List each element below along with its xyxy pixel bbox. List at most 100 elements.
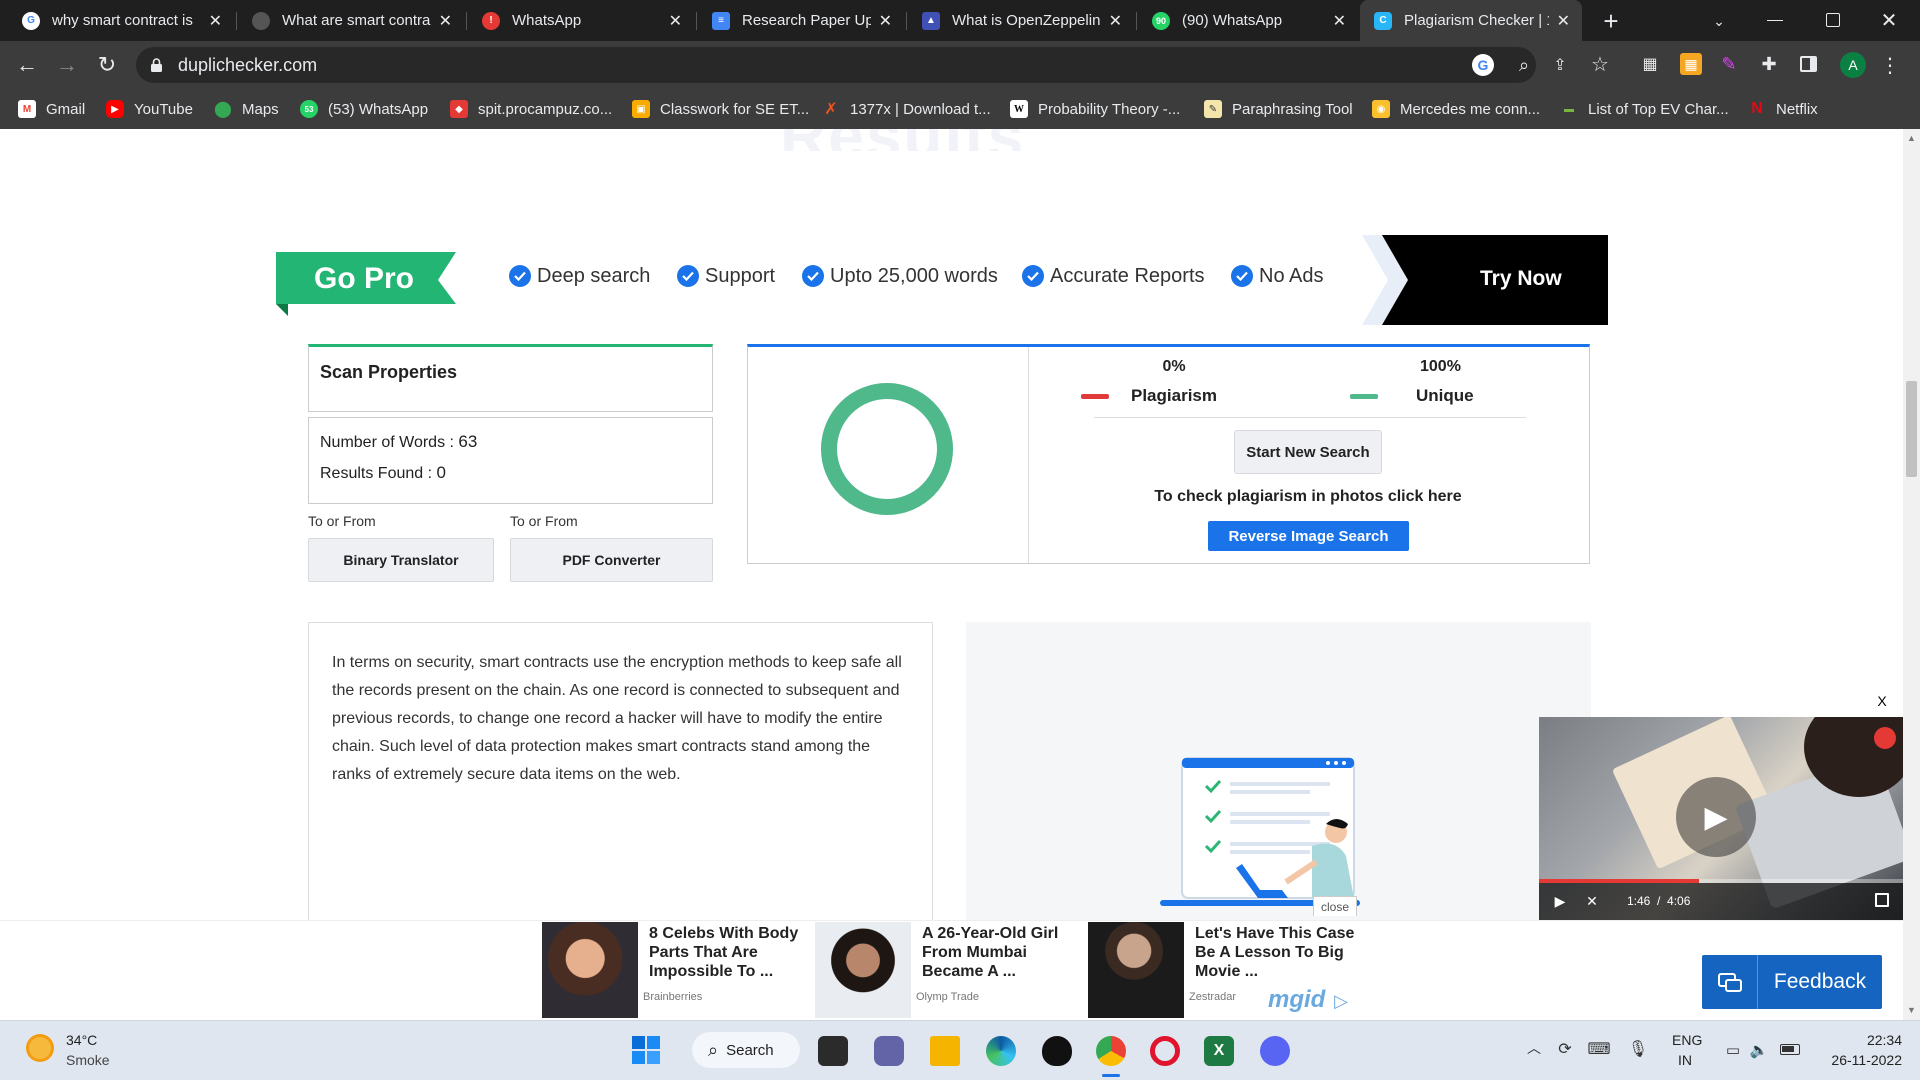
close-icon[interactable]: ✕ xyxy=(1557,11,1570,31)
fullscreen-icon[interactable] xyxy=(1875,893,1889,907)
discord-icon[interactable] xyxy=(1260,1036,1290,1066)
reverse-image-search-button[interactable]: Reverse Image Search xyxy=(1208,521,1409,551)
sync-icon[interactable]: ⟳ xyxy=(1554,1038,1576,1060)
whatsapp-icon: 90 xyxy=(1152,11,1170,30)
binary-translator-button[interactable]: Binary Translator xyxy=(308,538,494,582)
tab-2[interactable]: What are smart contra ✕ xyxy=(238,0,464,41)
side-panel-icon[interactable] xyxy=(1800,56,1817,72)
close-icon[interactable]: ✕ xyxy=(209,11,222,31)
profile-avatar[interactable]: A xyxy=(1840,52,1866,78)
tab-6[interactable]: 90 (90) WhatsApp ✕ xyxy=(1138,0,1358,41)
bookmark-maps[interactable]: ⬤ Maps xyxy=(214,98,279,120)
minimize-icon[interactable] xyxy=(1767,20,1783,21)
forward-icon[interactable]: → xyxy=(54,52,80,78)
file-explorer-icon[interactable] xyxy=(930,1036,960,1066)
close-icon[interactable]: ✕ xyxy=(879,11,892,31)
bookmark-netflix[interactable]: N Netflix xyxy=(1748,98,1817,120)
start-new-search-button[interactable]: Start New Search xyxy=(1234,430,1382,474)
muted-speaker-icon[interactable]: ✕ xyxy=(1581,892,1603,910)
bookmark-mercedes[interactable]: ◉ Mercedes me conn... xyxy=(1372,98,1540,120)
bookmark-classwork[interactable]: ▣ Classwork for SE ET... xyxy=(632,98,809,120)
teams-chat-icon[interactable] xyxy=(874,1036,904,1066)
language-in[interactable]: IN xyxy=(1678,1052,1692,1068)
page-scrollbar[interactable]: ▲ ▼ xyxy=(1903,129,1920,1020)
back-icon[interactable]: ← xyxy=(14,52,40,78)
play-overlay-icon[interactable]: ▶ xyxy=(1676,777,1756,857)
clock-time[interactable]: 22:34 xyxy=(1842,1032,1902,1048)
clock-date[interactable]: 26-11-2022 xyxy=(1812,1052,1902,1068)
menu-kebab-icon[interactable]: ⋮ xyxy=(1880,52,1900,78)
new-tab-icon[interactable]: + xyxy=(1598,6,1624,36)
taskbar-search-label: Search xyxy=(726,1041,774,1059)
bookmark-star-icon[interactable]: ☆ xyxy=(1588,52,1612,76)
excel-icon[interactable]: X xyxy=(1204,1036,1234,1066)
opera-icon[interactable] xyxy=(1150,1036,1180,1066)
share-icon[interactable]: ⇪ xyxy=(1548,53,1572,77)
bookmark-probability[interactable]: W Probability Theory -... xyxy=(1010,98,1180,120)
extensions-puzzle-icon[interactable]: ✚ xyxy=(1758,53,1780,75)
tab-search-chevron-icon[interactable]: ⌄ xyxy=(1706,8,1732,34)
ad-image-3[interactable] xyxy=(1088,922,1184,1018)
ad-title-1[interactable]: 8 Celebs With Body Parts That Are Imposs… xyxy=(649,924,811,981)
bookmark-paraphrasing[interactable]: ✎ Paraphrasing Tool xyxy=(1204,98,1353,120)
photos-plagiarism-text[interactable]: To check plagiarism in photos click here xyxy=(1148,488,1468,506)
chrome-icon[interactable] xyxy=(1096,1036,1126,1066)
tab-1[interactable]: G why smart contract is ✕ xyxy=(8,0,234,41)
ad-image-1[interactable] xyxy=(542,922,638,1018)
video-close-button[interactable]: X xyxy=(1874,693,1890,709)
ad-image-2[interactable] xyxy=(815,922,911,1018)
bookmark-gmail[interactable]: M Gmail xyxy=(18,98,85,120)
reload-icon[interactable]: ↻ xyxy=(94,52,120,78)
tab-7-active[interactable]: C Plagiarism Checker | 1 ✕ xyxy=(1360,0,1582,41)
extension-apps-icon[interactable]: ▦ xyxy=(1680,53,1702,75)
close-icon[interactable]: ✕ xyxy=(1109,11,1122,31)
ad-choices-icon[interactable]: ▷ xyxy=(1330,990,1352,1012)
task-view-icon[interactable] xyxy=(818,1036,848,1066)
bookmark-youtube[interactable]: ▶ YouTube xyxy=(106,98,193,120)
show-hidden-icons-chevron[interactable]: ︿ xyxy=(1524,1038,1544,1058)
bookmark-whatsapp[interactable]: 53 (53) WhatsApp xyxy=(300,98,428,120)
network-icon[interactable]: ▭ xyxy=(1722,1040,1744,1060)
edge-icon[interactable] xyxy=(986,1036,1016,1066)
feedback-button[interactable]: Feedback xyxy=(1702,955,1882,1009)
scroll-up-icon[interactable]: ▲ xyxy=(1907,133,1916,143)
pdf-converter-button[interactable]: PDF Converter xyxy=(510,538,713,582)
restore-icon[interactable] xyxy=(1826,13,1840,27)
ad-close-button[interactable]: close xyxy=(1313,896,1357,916)
tab-5[interactable]: ▲ What is OpenZeppelin ✕ xyxy=(908,0,1134,41)
volume-icon[interactable]: 🔈 xyxy=(1748,1040,1770,1060)
close-icon[interactable]: ✕ xyxy=(1333,11,1346,31)
go-pro-ribbon[interactable]: Go Pro xyxy=(276,252,456,316)
play-icon[interactable]: ▶ xyxy=(1551,892,1569,910)
ad-title-2[interactable]: A 26-Year-Old Girl From Mumbai Became A … xyxy=(922,924,1084,981)
mgid-logo[interactable]: mgid xyxy=(1268,986,1325,1014)
bookmark-spit[interactable]: ◆ spit.procampuz.co... xyxy=(450,98,612,120)
battery-icon[interactable] xyxy=(1780,1044,1800,1055)
address-bar[interactable] xyxy=(136,47,1536,83)
scroll-down-icon[interactable]: ▼ xyxy=(1907,1005,1916,1015)
extension-grid-icon[interactable]: ▦ xyxy=(1640,54,1660,74)
bookmark-ev[interactable]: ▬ List of Top EV Char... xyxy=(1560,98,1729,120)
close-icon[interactable]: ✕ xyxy=(669,11,682,31)
close-window-icon[interactable]: ✕ xyxy=(1876,7,1902,33)
language-eng[interactable]: ENG xyxy=(1672,1032,1702,1048)
try-now-button[interactable]: Try Now xyxy=(1362,235,1608,325)
feature-label: Accurate Reports xyxy=(1050,264,1205,287)
zoom-icon[interactable]: ⌕ xyxy=(1512,53,1536,77)
alienware-icon[interactable] xyxy=(1042,1036,1072,1066)
weather-icon[interactable] xyxy=(26,1034,54,1062)
close-icon[interactable]: ✕ xyxy=(439,11,452,31)
ad-title-3[interactable]: Let's Have This Case Be A Lesson To Big … xyxy=(1195,924,1357,981)
keyboard-icon[interactable]: ⌨ xyxy=(1587,1038,1610,1060)
tab-3[interactable]: ! WhatsApp ✕ xyxy=(468,0,694,41)
windows-start-icon[interactable] xyxy=(632,1036,660,1064)
weather-temp[interactable]: 34°C xyxy=(66,1032,97,1048)
bookmark-1377x[interactable]: ✗ 1377x | Download t... xyxy=(822,98,990,120)
tab-4[interactable]: ≡ Research Paper Updat ✕ xyxy=(698,0,904,41)
extension-pen-icon[interactable]: ✎ xyxy=(1718,53,1740,75)
video-player[interactable]: ▶ ▶ ✕ 1:46 / 4:06 xyxy=(1539,717,1903,920)
taskbar-search[interactable]: ⌕ Search xyxy=(692,1032,800,1068)
google-lens-icon[interactable]: G xyxy=(1472,54,1494,76)
scrollbar-thumb[interactable] xyxy=(1906,381,1917,477)
microphone-icon[interactable]: 🎙 xyxy=(1628,1038,1648,1060)
